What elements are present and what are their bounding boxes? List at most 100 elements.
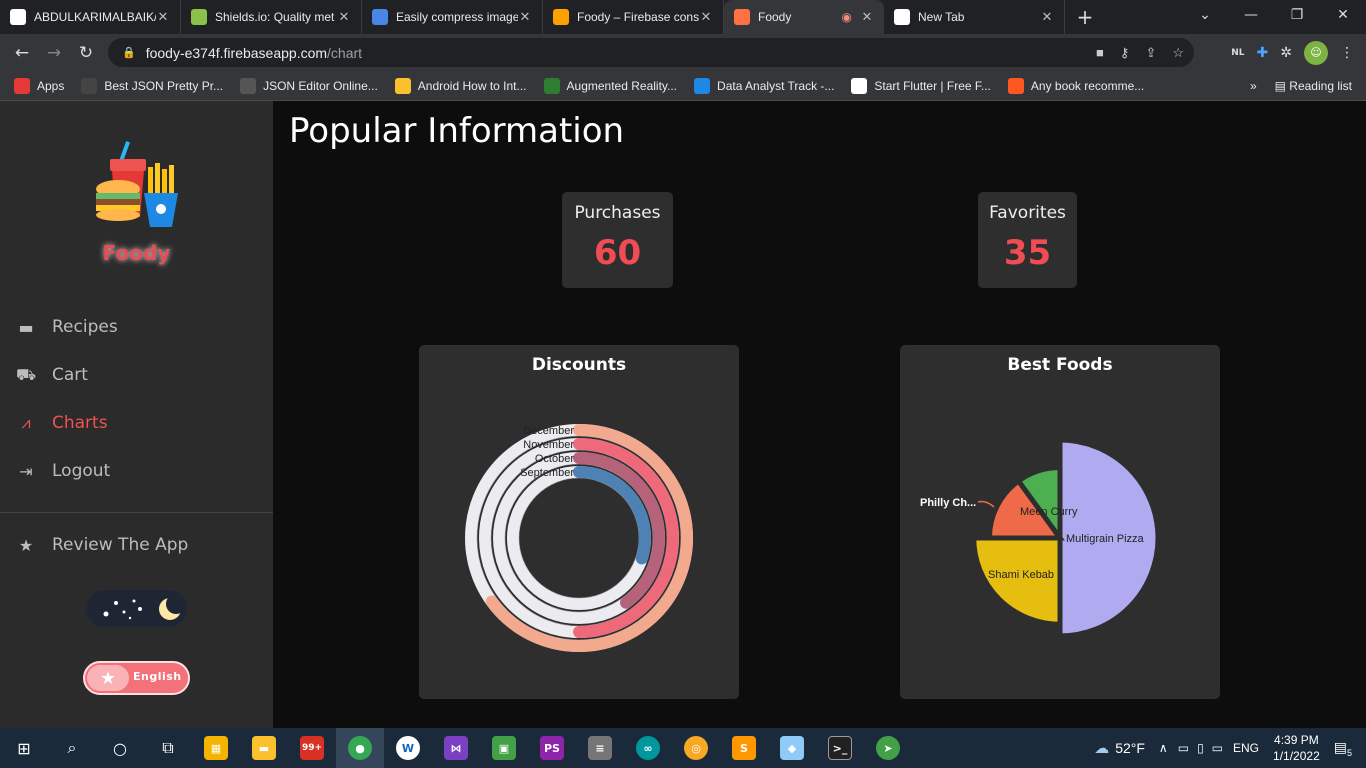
sidebar-item-logout[interactable]: ⇥ Logout (16, 461, 110, 481)
browser-tab[interactable]: New Tab ✕ (884, 0, 1065, 34)
pie-label: Philly Ch... (920, 497, 976, 509)
tab-title: Foody (758, 10, 792, 24)
radial-label: December (523, 425, 574, 437)
close-tab-icon[interactable]: ✕ (337, 10, 351, 25)
store-icon[interactable]: ▦ (192, 728, 240, 768)
browser-tab[interactable]: Foody ◉ ✕ (724, 0, 884, 34)
sidebar-item-label: Charts (52, 413, 108, 433)
bookmark-item[interactable]: Best JSON Pretty Pr... (81, 77, 224, 94)
close-tab-icon[interactable]: ✕ (518, 10, 532, 25)
browser-tab[interactable]: Easily compress image ✕ (362, 0, 543, 34)
sidebar-item-cart[interactable]: ⛟ Cart (16, 365, 88, 386)
close-window-button[interactable]: ✕ (1320, 0, 1366, 30)
bookmark-item[interactable]: Apps (14, 77, 64, 94)
terminal-icon[interactable]: >_ (816, 728, 864, 768)
radial-label: October (535, 453, 574, 465)
minimize-button[interactable]: — (1228, 0, 1274, 30)
bookmark-label: Any book recomme... (1030, 78, 1145, 93)
review-label: Review The App (52, 535, 189, 555)
bookmark-label: Best JSON Pretty Pr... (104, 78, 224, 93)
cortana-icon[interactable]: ○ (96, 728, 144, 768)
browser-tab[interactable]: Shields.io: Quality met ✕ (181, 0, 362, 34)
close-tab-icon[interactable]: ✕ (1040, 10, 1054, 25)
bookmark-item[interactable]: Data Analyst Track -... (694, 77, 834, 94)
extension-icon[interactable]: ✚ (1257, 45, 1269, 61)
purchases-card: Purchases 60 (562, 192, 673, 288)
bookmark-icon (851, 77, 868, 94)
bookmark-icon (543, 77, 560, 94)
review-app-link[interactable]: ★ Review The App (16, 535, 188, 555)
discounts-chart-card: Discounts September October November Decemb… (419, 345, 739, 699)
bookmark-star-icon[interactable]: ☆ (1172, 45, 1184, 61)
language-label: English (133, 670, 182, 683)
app-icon[interactable]: ◎ (672, 728, 720, 768)
camera-icon[interactable]: ■ (1096, 45, 1104, 61)
pie-slice[interactable] (971, 535, 1063, 627)
back-button[interactable]: ← (6, 37, 38, 69)
dark-mode-toggle[interactable] (86, 590, 187, 627)
sidebar-item-charts[interactable]: ⩘ Charts (16, 413, 108, 433)
recipes-icon: ▬ (18, 317, 34, 337)
close-tab-icon[interactable]: ✕ (699, 10, 713, 25)
menu-icon[interactable]: ⋮ (1340, 45, 1354, 61)
weather-icon: ☁ (1094, 740, 1110, 757)
new-tab-button[interactable]: + (1065, 0, 1105, 34)
key-icon[interactable]: ⚷ (1120, 45, 1130, 61)
browser-tab[interactable]: Foody – Firebase cons ✕ (543, 0, 724, 34)
app-icon[interactable]: ▣ (480, 728, 528, 768)
close-tab-icon[interactable]: ✕ (860, 10, 874, 25)
favorites-card: Favorites 35 (978, 192, 1077, 288)
arduino-icon[interactable]: ∞ (624, 728, 672, 768)
database-icon[interactable]: ≡ (576, 728, 624, 768)
gmail-icon[interactable]: 99+ (288, 728, 336, 768)
app-icon[interactable]: W (384, 728, 432, 768)
usb-icon[interactable]: ▯ (1197, 741, 1204, 755)
app-icon[interactable]: ◆ (768, 728, 816, 768)
app-icon[interactable]: ➤ (864, 728, 912, 768)
radial-ring-line (504, 463, 654, 613)
profile-avatar[interactable]: ☺ (1304, 40, 1328, 65)
battery-icon[interactable]: ▭ (1212, 741, 1223, 755)
bookmark-item[interactable]: Augmented Reality... (543, 77, 677, 94)
reading-list-button[interactable]: ▤ Reading list (1275, 79, 1352, 93)
bookmark-item[interactable]: JSON Editor Online... (240, 77, 378, 94)
maximize-button[interactable]: ❐ (1274, 0, 1320, 30)
share-icon[interactable]: ⇪ (1145, 45, 1156, 61)
sidebar-item-recipes[interactable]: ▬ Recipes (16, 317, 117, 337)
stat-label: Favorites (989, 203, 1066, 223)
task-view-icon[interactable]: ⧉ (144, 728, 192, 768)
reload-button[interactable]: ↻ (70, 37, 102, 69)
recording-icon: ◉ (841, 10, 852, 24)
notifications-button[interactable]: ▤5 (1334, 739, 1352, 758)
language-toggle[interactable]: ★ English (83, 661, 190, 695)
sublime-icon[interactable]: S (720, 728, 768, 768)
phpstorm-icon[interactable]: PS (528, 728, 576, 768)
search-icon[interactable]: ⌕ (48, 728, 96, 768)
file-explorer-icon[interactable]: ▬ (240, 728, 288, 768)
clock[interactable]: 4:39 PM 1/1/2022 (1273, 732, 1320, 764)
forward-button[interactable]: → (38, 37, 70, 69)
tab-search-icon[interactable]: ⌄ (1182, 0, 1228, 30)
omnibox-actions: ■ ⚷ ⇪ ☆ (1096, 45, 1184, 61)
language-indicator[interactable]: ENG (1233, 741, 1259, 755)
translate-extension-icon[interactable]: NL (1231, 48, 1244, 58)
clock-date: 1/1/2022 (1273, 749, 1320, 763)
weather-temp[interactable]: 52°F (1115, 740, 1145, 756)
start-button[interactable]: ⊞ (0, 728, 48, 768)
chrome-icon[interactable]: ● (336, 728, 384, 768)
sidebar-item-label: Logout (52, 461, 111, 481)
bookmarks-overflow-button[interactable]: » (1250, 79, 1257, 93)
close-tab-icon[interactable]: ✕ (156, 10, 170, 25)
bookmark-item[interactable]: Start Flutter | Free F... (851, 77, 991, 94)
browser-tab[interactable]: ABDULKARIMALBAIK/✕ (0, 0, 181, 34)
foody-logo (96, 141, 178, 227)
address-bar[interactable]: 🔒 foody-e374f.firebaseapp.com/chart ■ ⚷ … (108, 38, 1194, 67)
bookmark-icon (240, 77, 257, 94)
bookmark-item[interactable]: Any book recomme... (1007, 77, 1145, 94)
tray-chevron-icon[interactable]: ∧ (1159, 741, 1168, 755)
puzzle-icon[interactable]: ✲ (1280, 45, 1292, 61)
network-icon[interactable]: ▭ (1178, 741, 1189, 755)
reading-list-icon: ▤ (1274, 78, 1290, 93)
visual-studio-icon[interactable]: ⋈ (432, 728, 480, 768)
bookmark-item[interactable]: Android How to Int... (394, 77, 527, 94)
